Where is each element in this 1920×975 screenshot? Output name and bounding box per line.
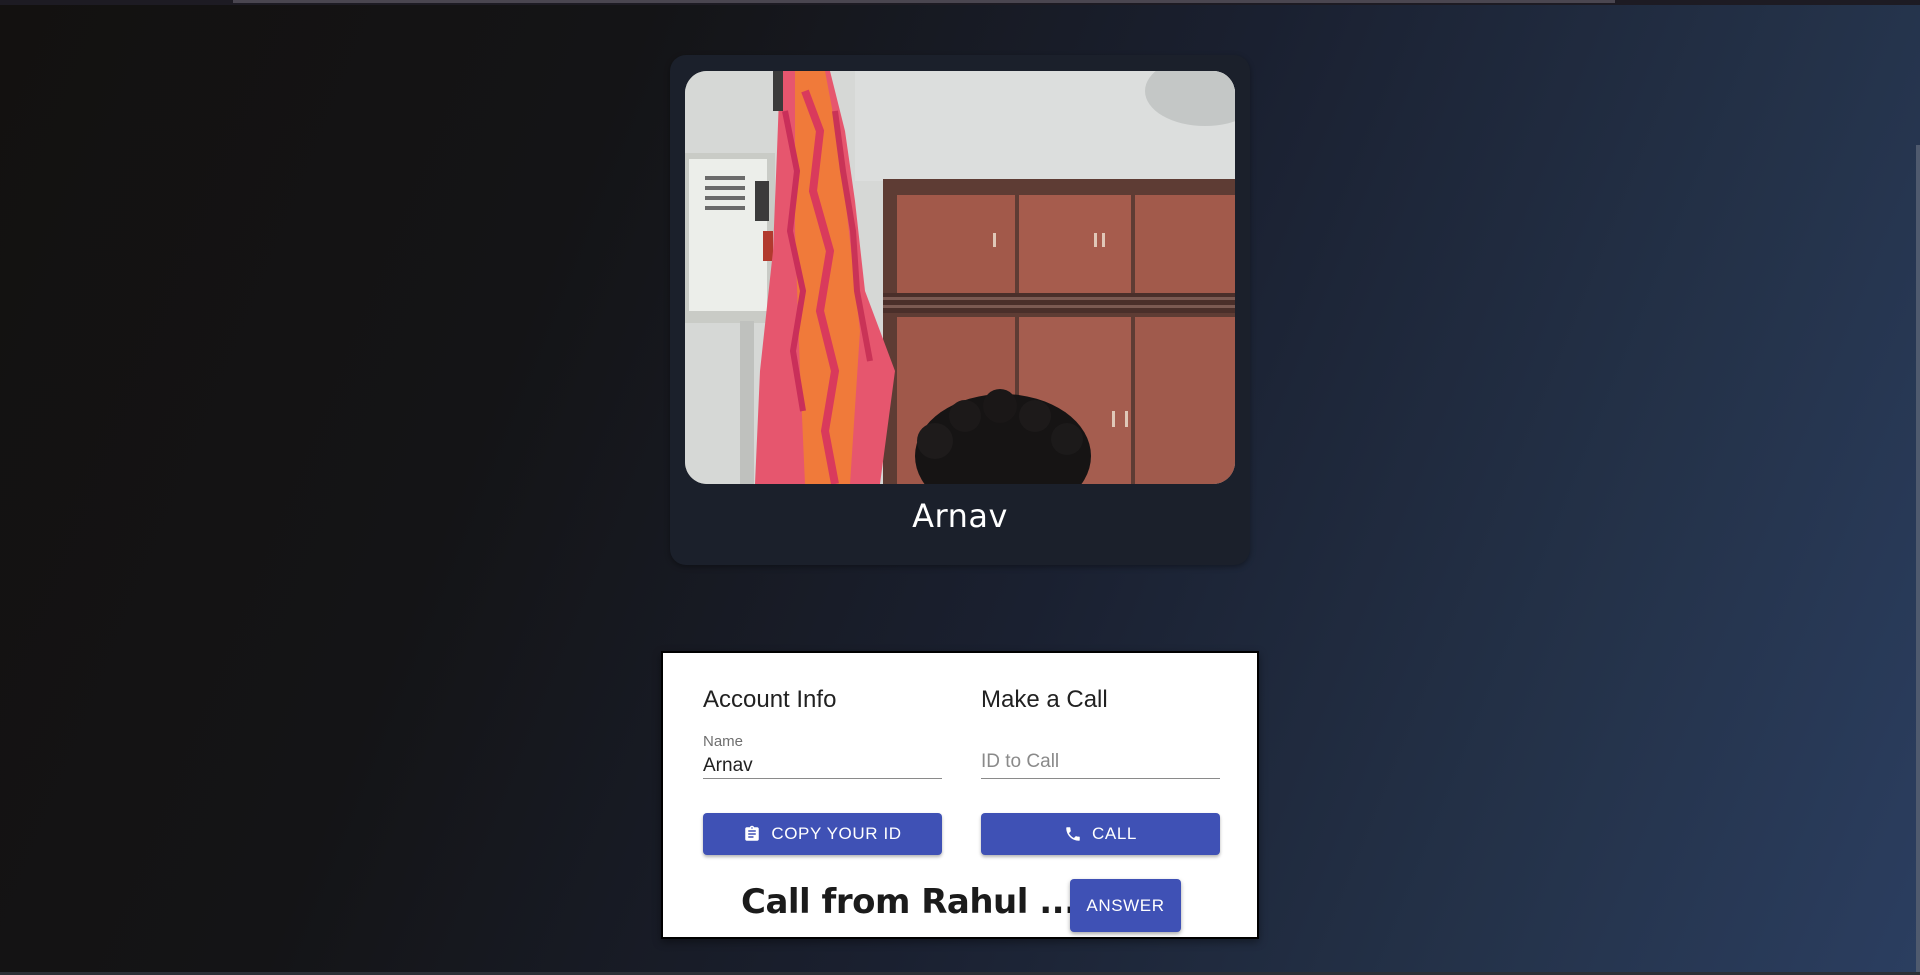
browser-top-strip xyxy=(0,0,1920,5)
copy-id-button[interactable]: Copy Your ID xyxy=(703,813,942,855)
id-to-call-field xyxy=(981,729,1220,779)
video-card: Arnav xyxy=(670,55,1250,565)
incoming-call-notice: Call from Rahul ... Answer xyxy=(663,876,1257,932)
phone-icon xyxy=(1066,827,1080,841)
id-to-call-input[interactable] xyxy=(981,749,1220,775)
browser-tab-indicator xyxy=(233,0,1615,3)
call-options-panel: Account Info Name Copy Your ID Make a Ca… xyxy=(661,651,1259,939)
answer-button[interactable]: Answer xyxy=(1070,879,1181,932)
clipboard-icon xyxy=(745,825,760,841)
make-call-heading: Make a Call xyxy=(981,686,1108,713)
webcam-image xyxy=(685,71,1235,484)
page-scrollbar[interactable] xyxy=(1916,145,1920,975)
call-label: Call xyxy=(1092,824,1137,843)
name-field: Name xyxy=(703,729,942,779)
local-video-feed xyxy=(685,71,1235,484)
name-field-label: Name xyxy=(703,733,744,750)
name-input[interactable] xyxy=(703,753,942,779)
call-button[interactable]: Call xyxy=(981,813,1220,855)
incoming-call-text: Call from Rahul ... xyxy=(741,882,1077,922)
video-participant-name: Arnav xyxy=(912,497,1008,535)
copy-id-label: Copy Your ID xyxy=(771,824,902,843)
account-info-heading: Account Info xyxy=(703,686,837,713)
